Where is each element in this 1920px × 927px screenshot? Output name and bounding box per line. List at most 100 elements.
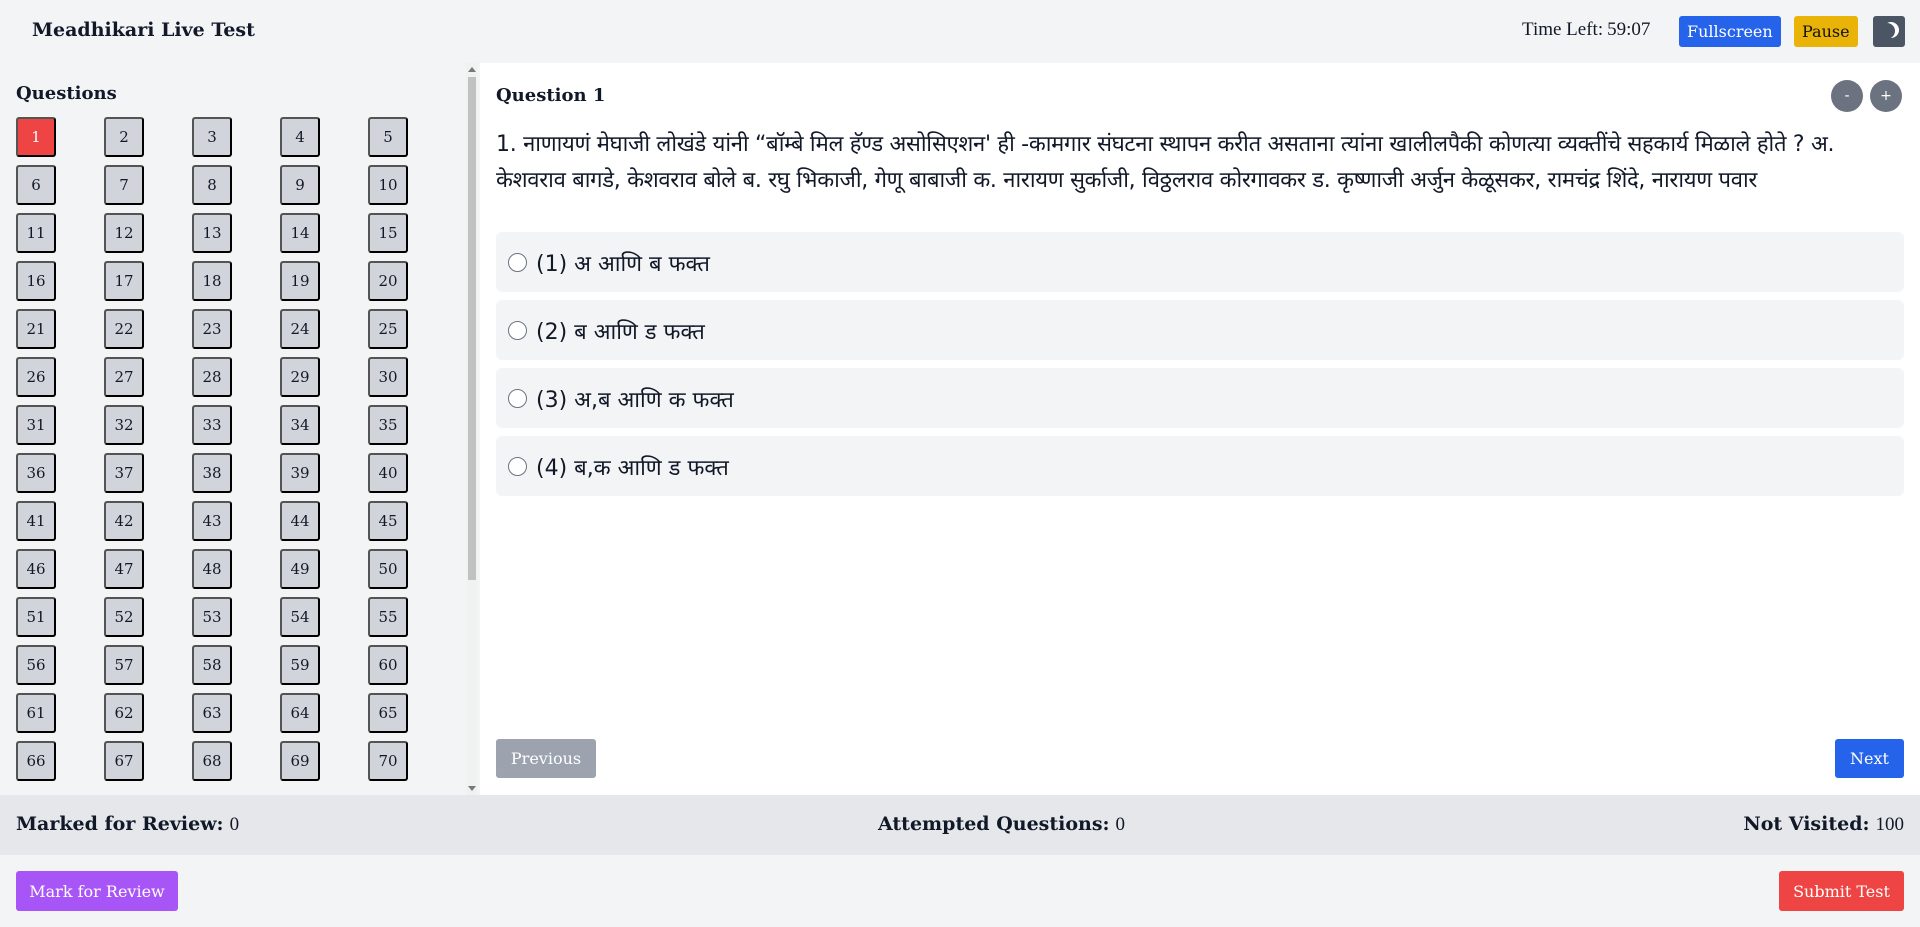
question-number-button[interactable]: 47 xyxy=(104,549,144,589)
question-number-button[interactable]: 69 xyxy=(280,741,320,781)
question-number-button[interactable]: 51 xyxy=(16,597,56,637)
question-number-button[interactable]: 65 xyxy=(368,693,408,733)
question-number-button[interactable]: 16 xyxy=(16,261,56,301)
question-number-button[interactable]: 31 xyxy=(16,405,56,445)
question-number-button[interactable]: 44 xyxy=(280,501,320,541)
radio-button[interactable] xyxy=(508,457,527,476)
question-number-button[interactable]: 32 xyxy=(104,405,144,445)
option-label: (3) अ,ब आणि क फक्त xyxy=(536,388,734,413)
question-number-button[interactable]: 49 xyxy=(280,549,320,589)
option-3[interactable]: (3) अ,ब आणि क फक्त xyxy=(496,368,1904,428)
question-number-button[interactable]: 40 xyxy=(368,453,408,493)
question-number-button[interactable]: 11 xyxy=(16,213,56,253)
theme-toggle-button[interactable] xyxy=(1873,16,1905,47)
question-number-button[interactable]: 26 xyxy=(16,357,56,397)
question-number-button[interactable]: 13 xyxy=(192,213,232,253)
question-number-button[interactable]: 35 xyxy=(368,405,408,445)
radio-button[interactable] xyxy=(508,389,527,408)
question-number-button[interactable]: 29 xyxy=(280,357,320,397)
previous-button[interactable]: Previous xyxy=(496,739,596,778)
next-button[interactable]: Next xyxy=(1835,739,1904,778)
zoom-in-button[interactable]: + xyxy=(1870,80,1902,112)
question-number-button[interactable]: 33 xyxy=(192,405,232,445)
question-number-button[interactable]: 54 xyxy=(280,597,320,637)
question-number-button[interactable]: 67 xyxy=(104,741,144,781)
question-number-button[interactable]: 53 xyxy=(192,597,232,637)
question-number-button[interactable]: 70 xyxy=(368,741,408,781)
question-number-button[interactable]: 24 xyxy=(280,309,320,349)
question-number-button[interactable]: 23 xyxy=(192,309,232,349)
question-number-button[interactable]: 30 xyxy=(368,357,408,397)
question-number-button[interactable]: 17 xyxy=(104,261,144,301)
palette-scrollbar[interactable] xyxy=(466,63,477,795)
question-number-button[interactable]: 12 xyxy=(104,213,144,253)
question-number-button[interactable]: 66 xyxy=(16,741,56,781)
question-number-button[interactable]: 60 xyxy=(368,645,408,685)
question-number-button[interactable]: 28 xyxy=(192,357,232,397)
question-number-button[interactable]: 8 xyxy=(192,165,232,205)
palette-heading: Questions xyxy=(16,83,117,104)
question-number-button[interactable]: 68 xyxy=(192,741,232,781)
question-number-button[interactable]: 4 xyxy=(280,117,320,157)
question-number-button[interactable]: 21 xyxy=(16,309,56,349)
question-number-button[interactable]: 39 xyxy=(280,453,320,493)
question-number-button[interactable]: 2 xyxy=(104,117,144,157)
question-number-button[interactable]: 10 xyxy=(368,165,408,205)
option-label: (4) ब,क आणि ड फक्त xyxy=(536,456,729,481)
question-number-button[interactable]: 36 xyxy=(16,453,56,493)
question-number-button[interactable]: 14 xyxy=(280,213,320,253)
zoom-out-button[interactable]: - xyxy=(1831,80,1863,112)
scroll-down-arrow-icon[interactable] xyxy=(468,786,476,791)
scroll-up-arrow-icon[interactable] xyxy=(468,67,476,72)
question-number-button[interactable]: 6 xyxy=(16,165,56,205)
submit-test-button[interactable]: Submit Test xyxy=(1779,871,1904,911)
question-number-button[interactable]: 1 xyxy=(16,117,56,157)
pause-button[interactable]: Pause xyxy=(1794,16,1858,47)
radio-button[interactable] xyxy=(508,321,527,340)
question-number-button[interactable]: 38 xyxy=(192,453,232,493)
question-number-button[interactable]: 15 xyxy=(368,213,408,253)
question-text: 1. नाणायणं मेघाजी लोखंडे यांनी “बॉम्बे म… xyxy=(496,132,1835,193)
question-number-button[interactable]: 48 xyxy=(192,549,232,589)
question-number-button[interactable]: 5 xyxy=(368,117,408,157)
radio-button[interactable] xyxy=(508,253,527,272)
question-number-button[interactable]: 9 xyxy=(280,165,320,205)
fullscreen-button[interactable]: Fullscreen xyxy=(1679,16,1781,47)
question-number-button[interactable]: 56 xyxy=(16,645,56,685)
timer-label: Time Left: xyxy=(1522,19,1604,40)
moon-icon xyxy=(1879,23,1895,39)
timer: Time Left: 59:07 xyxy=(1522,19,1650,41)
question-number-button[interactable]: 43 xyxy=(192,501,232,541)
question-number-button[interactable]: 46 xyxy=(16,549,56,589)
question-number-button[interactable]: 18 xyxy=(192,261,232,301)
question-number-button[interactable]: 55 xyxy=(368,597,408,637)
question-number-button[interactable]: 20 xyxy=(368,261,408,301)
question-number-button[interactable]: 22 xyxy=(104,309,144,349)
question-number-button[interactable]: 52 xyxy=(104,597,144,637)
option-2[interactable]: (2) ब आणि ड फक्त xyxy=(496,300,1904,360)
question-number-button[interactable]: 25 xyxy=(368,309,408,349)
marked-for-review-stat: Marked for Review: 0 xyxy=(16,813,239,836)
mark-for-review-button[interactable]: Mark for Review xyxy=(16,871,178,911)
question-number-button[interactable]: 63 xyxy=(192,693,232,733)
option-4[interactable]: (4) ब,क आणि ड फक्त xyxy=(496,436,1904,496)
question-number-button[interactable]: 41 xyxy=(16,501,56,541)
question-number-button[interactable]: 57 xyxy=(104,645,144,685)
question-number-button[interactable]: 7 xyxy=(104,165,144,205)
option-1[interactable]: (1) अ आणि ब फक्त xyxy=(496,232,1904,292)
question-number-button[interactable]: 62 xyxy=(104,693,144,733)
question-number-button[interactable]: 3 xyxy=(192,117,232,157)
question-number-button[interactable]: 58 xyxy=(192,645,232,685)
question-number-button[interactable]: 59 xyxy=(280,645,320,685)
question-number-button[interactable]: 37 xyxy=(104,453,144,493)
question-number-button[interactable]: 61 xyxy=(16,693,56,733)
question-number-button[interactable]: 19 xyxy=(280,261,320,301)
option-label: (2) ब आणि ड फक्त xyxy=(536,320,705,345)
question-number-button[interactable]: 34 xyxy=(280,405,320,445)
question-number-button[interactable]: 64 xyxy=(280,693,320,733)
question-number-button[interactable]: 27 xyxy=(104,357,144,397)
question-number-button[interactable]: 50 xyxy=(368,549,408,589)
scroll-thumb[interactable] xyxy=(468,77,476,580)
question-number-button[interactable]: 45 xyxy=(368,501,408,541)
question-number-button[interactable]: 42 xyxy=(104,501,144,541)
